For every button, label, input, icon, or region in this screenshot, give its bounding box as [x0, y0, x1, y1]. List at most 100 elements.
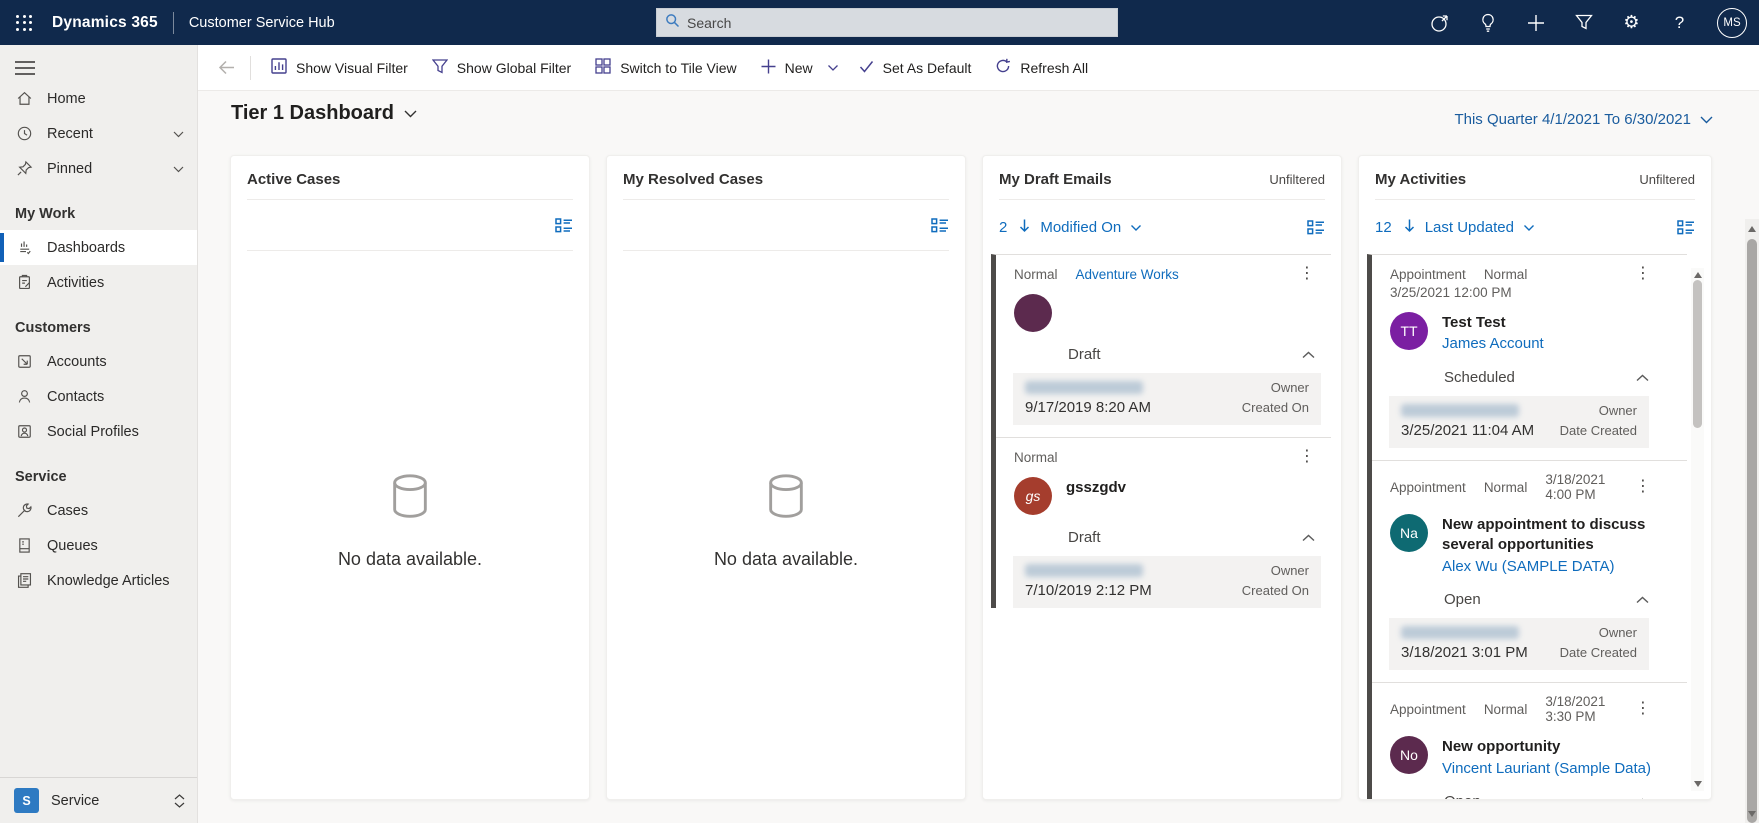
- sidebar-item-label: Pinned: [47, 161, 92, 177]
- stream-view-selector-icon[interactable]: [1677, 220, 1695, 235]
- sidebar-item-activities[interactable]: Activities: [0, 265, 197, 300]
- sidebar-item-knowledge-articles[interactable]: Knowledge Articles: [0, 563, 197, 598]
- sidebar-item-home[interactable]: Home: [0, 81, 197, 116]
- regarding-link[interactable]: Alex Wu (SAMPLE DATA): [1442, 556, 1673, 578]
- filter-icon[interactable]: [1573, 12, 1594, 33]
- gear-icon[interactable]: ⚙: [1621, 12, 1642, 33]
- sidebar-item-label: Activities: [47, 275, 104, 291]
- chevron-down-icon[interactable]: [173, 161, 184, 177]
- chevron-down-icon: [1523, 219, 1535, 236]
- sort-control[interactable]: 2 Modified On: [999, 218, 1142, 237]
- priority-label: Normal: [1484, 267, 1528, 282]
- search-input[interactable]: [687, 15, 1109, 31]
- switch-to-tile-view-button[interactable]: Switch to Tile View: [583, 51, 748, 85]
- filter-state-label[interactable]: Unfiltered: [1269, 172, 1325, 187]
- wrench-icon: [15, 502, 33, 519]
- timeframe-selector[interactable]: This Quarter 4/1/2021 To 6/30/2021: [1454, 111, 1713, 128]
- panel-my-activities: My Activities Unfiltered 12 Last Updated: [1358, 155, 1712, 800]
- new-dropdown-chevron-icon[interactable]: [819, 51, 847, 85]
- sidebar-item-cases[interactable]: Cases: [0, 493, 197, 528]
- search-box[interactable]: [656, 8, 1118, 37]
- redacted-owner-name: [1401, 404, 1519, 417]
- sort-descending-icon: [1018, 218, 1031, 237]
- set-as-default-button[interactable]: Set As Default: [847, 51, 984, 85]
- sidebar-item-queues[interactable]: Queues: [0, 528, 197, 563]
- show-global-filter-button[interactable]: Show Global Filter: [420, 51, 583, 85]
- brand-title[interactable]: Dynamics 365: [52, 14, 158, 32]
- panel-title: My Resolved Cases: [623, 171, 763, 188]
- stream-view-selector-icon[interactable]: [555, 218, 573, 233]
- activity-title: New appointment to discuss several oppor…: [1442, 515, 1673, 556]
- activity-stream-list: Appointment Normal ⋮ 3/25/2021 12:00 PM …: [1367, 254, 1687, 800]
- refresh-all-button[interactable]: Refresh All: [983, 51, 1100, 85]
- area-switcher[interactable]: S Service: [0, 777, 197, 823]
- more-options-icon[interactable]: ⋮: [1635, 266, 1651, 282]
- sidebar-item-social-profiles[interactable]: Social Profiles: [0, 414, 197, 449]
- email-list-item[interactable]: Normal ⋮ gs gsszgdv Draft: [996, 438, 1331, 608]
- sort-control[interactable]: 12 Last Updated: [1375, 218, 1535, 237]
- sidebar-item-accounts[interactable]: Accounts: [0, 344, 197, 379]
- regarding-link[interactable]: Adventure Works: [1076, 267, 1179, 282]
- app-name[interactable]: Customer Service Hub: [189, 15, 335, 31]
- scrollbar-thumb[interactable]: [1693, 280, 1702, 428]
- page-scrollbar[interactable]: [1745, 219, 1759, 823]
- stream-view-selector-icon[interactable]: [1307, 220, 1325, 235]
- sidebar-item-label: Queues: [47, 538, 98, 554]
- avatar: [1014, 294, 1052, 332]
- collapse-chevron-icon[interactable]: [1636, 596, 1649, 604]
- back-arrow-icon[interactable]: [210, 52, 242, 84]
- clock-icon: [15, 125, 33, 142]
- stream-view-selector-icon[interactable]: [931, 218, 949, 233]
- lightbulb-icon[interactable]: [1477, 12, 1498, 33]
- compass-icon[interactable]: [1429, 12, 1450, 33]
- regarding-link[interactable]: Vincent Lauriant (Sample Data): [1442, 758, 1651, 780]
- scroll-up-arrow[interactable]: [1748, 226, 1756, 232]
- profile-badge-icon: [15, 423, 33, 440]
- scroll-down-arrow[interactable]: [1694, 781, 1702, 787]
- button-label: New: [785, 60, 813, 76]
- sidebar-item-pinned[interactable]: Pinned: [0, 151, 197, 186]
- more-options-icon[interactable]: ⋮: [1635, 479, 1651, 495]
- more-options-icon[interactable]: ⋮: [1299, 266, 1315, 282]
- collapse-chevron-icon[interactable]: [1302, 351, 1315, 359]
- hamburger-menu-icon[interactable]: [0, 45, 197, 81]
- more-options-icon[interactable]: ⋮: [1635, 701, 1651, 717]
- waffle-menu-icon[interactable]: [0, 0, 48, 45]
- sidebar-item-contacts[interactable]: Contacts: [0, 379, 197, 414]
- status-label: Open: [1444, 591, 1481, 608]
- regarding-link[interactable]: James Account: [1442, 333, 1544, 355]
- priority-label: Normal: [1484, 702, 1528, 717]
- more-options-icon[interactable]: ⋮: [1299, 449, 1315, 465]
- sidebar-item-dashboards[interactable]: Dashboards: [0, 230, 197, 265]
- panel-scrollbar[interactable]: [1691, 268, 1704, 791]
- scrollbar-thumb[interactable]: [1747, 239, 1757, 823]
- activity-list-item[interactable]: Appointment Normal 3/18/2021 4:00 PM ⋮ N…: [1372, 461, 1687, 683]
- filter-state-label[interactable]: Unfiltered: [1639, 172, 1695, 187]
- activity-list-item[interactable]: Appointment Normal 3/18/2021 3:30 PM ⋮ N…: [1372, 683, 1687, 800]
- avatar: gs: [1014, 477, 1052, 515]
- scroll-up-arrow[interactable]: [1694, 272, 1702, 278]
- sidebar-item-recent[interactable]: Recent: [0, 116, 197, 151]
- clipboard-icon: [15, 274, 33, 291]
- help-icon[interactable]: ?: [1669, 12, 1690, 33]
- scroll-down-arrow[interactable]: [1748, 811, 1756, 817]
- plus-icon: [761, 59, 776, 77]
- email-list-item[interactable]: Normal Adventure Works ⋮ Draft: [996, 255, 1331, 438]
- show-visual-filter-button[interactable]: Show Visual Filter: [259, 51, 420, 85]
- activity-datetime: 3/25/2021 12:00 PM: [1372, 282, 1687, 300]
- collapse-chevron-icon[interactable]: [1636, 374, 1649, 382]
- redacted-owner-name: [1025, 564, 1143, 577]
- dashboard-selector[interactable]: Tier 1 Dashboard: [231, 102, 417, 125]
- new-button[interactable]: New: [749, 51, 825, 85]
- button-label: Refresh All: [1020, 60, 1088, 76]
- home-icon: [15, 90, 33, 107]
- plus-icon[interactable]: [1525, 12, 1546, 33]
- collapse-chevron-icon[interactable]: [1636, 798, 1649, 800]
- chevron-down-icon[interactable]: [173, 126, 184, 142]
- activity-datetime: 3/18/2021 4:00 PM: [1545, 472, 1617, 502]
- panel-my-draft-emails: My Draft Emails Unfiltered 2 Modified On: [982, 155, 1342, 800]
- activity-list-item[interactable]: Appointment Normal ⋮ 3/25/2021 12:00 PM …: [1372, 255, 1687, 461]
- avatar-initials: gs: [1026, 488, 1041, 504]
- user-avatar[interactable]: MS: [1717, 8, 1747, 38]
- collapse-chevron-icon[interactable]: [1302, 534, 1315, 542]
